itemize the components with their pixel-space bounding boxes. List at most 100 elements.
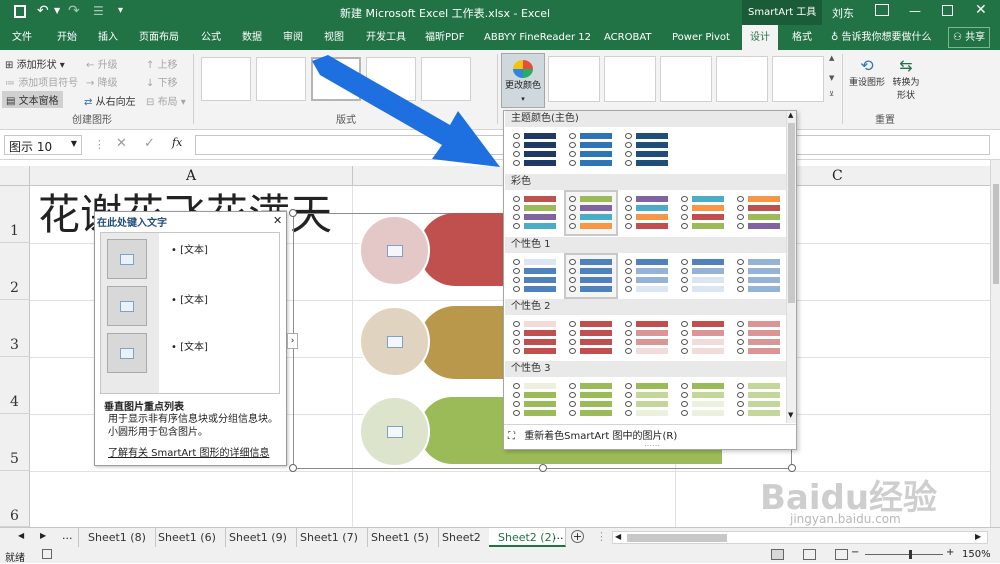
tell-me-search[interactable]: ♁ 告诉我你想要做什么 — [831, 25, 932, 50]
gallery-more-icon[interactable]: ⊻ — [829, 90, 834, 98]
color-swatch-colorful-2[interactable] — [564, 190, 618, 236]
picture-thumb-2[interactable] — [107, 286, 147, 326]
move-down-button[interactable]: ↓ 下移 — [146, 74, 178, 89]
zoom-slider-thumb[interactable] — [909, 550, 912, 559]
color-swatch-colorful-4[interactable] — [678, 192, 728, 234]
style-option-3[interactable] — [660, 56, 712, 102]
scroll-thumb[interactable] — [788, 123, 795, 303]
style-option-1[interactable] — [548, 56, 600, 102]
color-swatch-colorful-1[interactable] — [510, 192, 560, 234]
zoom-level[interactable]: 150% — [962, 549, 991, 560]
sheet-tab[interactable]: Sheet2 — [433, 528, 491, 547]
tab-split-grip-icon[interactable]: ⋮ — [596, 530, 607, 543]
add-bullet-button[interactable]: ≔ 添加项目符号 — [5, 74, 78, 89]
row-header-1[interactable]: 1 — [0, 186, 30, 243]
new-sheet-icon[interactable]: + — [571, 530, 584, 543]
text-item-2[interactable]: • [文本] — [171, 291, 208, 306]
row-header-5[interactable]: 5 — [0, 414, 30, 471]
tab-developer[interactable]: 开发工具 — [366, 25, 406, 50]
palette-scrollbar[interactable]: ▲ ▼ — [786, 111, 796, 423]
smartart-handle[interactable] — [289, 209, 297, 217]
reset-graphic-button[interactable]: ⟲ 重设图形 — [847, 56, 887, 88]
macro-record-icon[interactable] — [42, 549, 52, 559]
smartart-picture-circle-3[interactable] — [359, 396, 430, 467]
color-swatch-colorful-3[interactable] — [622, 192, 672, 234]
picture-placeholder-icon[interactable] — [387, 245, 403, 257]
picture-thumb-1[interactable] — [107, 239, 147, 279]
gallery-scroll-up-icon[interactable]: ▲ — [829, 54, 834, 62]
scroll-up-icon[interactable]: ▲ — [788, 111, 793, 119]
color-swatch-accent2-4[interactable] — [678, 317, 728, 359]
layout-button[interactable]: ⊟ 布局 ▾ — [146, 93, 186, 108]
row-header-4[interactable]: 4 — [0, 357, 30, 414]
maximize-icon[interactable] — [942, 5, 953, 16]
tab-insert[interactable]: 插入 — [98, 25, 118, 50]
smartart-handle[interactable] — [539, 464, 547, 472]
tab-power-pivot[interactable]: Power Pivot — [672, 25, 730, 50]
more-sheets-icon[interactable]: ... — [553, 529, 564, 542]
tab-acrobat[interactable]: ACROBAT — [604, 25, 652, 50]
select-all-corner[interactable] — [0, 166, 30, 186]
style-option-4[interactable] — [716, 56, 768, 102]
tab-home[interactable]: 开始 — [57, 25, 77, 50]
color-swatch-accent2-2[interactable] — [566, 317, 616, 359]
tab-abbyy[interactable]: ABBYY FineReader 12 — [484, 25, 591, 50]
layout-option-1[interactable] — [201, 57, 251, 101]
name-box[interactable]: 图示 10 ▼ — [4, 135, 82, 155]
demote-button[interactable]: → 降级 — [86, 74, 118, 89]
cancel-icon[interactable]: ✕ — [116, 136, 127, 151]
picture-placeholder-icon[interactable] — [387, 336, 403, 348]
color-swatch-accent2-3[interactable] — [622, 317, 672, 359]
color-swatch-accent1-1[interactable] — [510, 255, 560, 297]
column-header-a[interactable]: A — [186, 168, 196, 184]
user-name[interactable]: 刘东 — [832, 5, 854, 21]
row-header-3[interactable]: 3 — [0, 300, 30, 357]
color-swatch-accent3-1[interactable] — [510, 379, 560, 421]
horizontal-scrollbar[interactable]: ◀ ▶ — [612, 531, 988, 544]
text-item-3[interactable]: • [文本] — [171, 338, 208, 353]
scroll-thumb[interactable] — [627, 534, 727, 542]
color-swatch-primary-3[interactable] — [622, 129, 672, 171]
text-item-1[interactable]: • [文本] — [171, 241, 208, 256]
zoom-in-icon[interactable]: + — [946, 547, 954, 558]
close-icon[interactable]: ✕ — [975, 2, 987, 18]
redo-icon[interactable]: ↷ — [68, 3, 80, 19]
next-sheet-icon[interactable]: ▶ — [40, 531, 46, 540]
scroll-down-icon[interactable]: ▼ — [788, 411, 793, 419]
normal-view-icon[interactable] — [771, 549, 784, 560]
smartart-picture-circle-1[interactable] — [359, 215, 430, 286]
tab-format[interactable]: 格式 — [792, 25, 812, 50]
undo-icon[interactable]: ↶ — [37, 3, 49, 19]
color-swatch-primary-1[interactable] — [510, 129, 560, 171]
color-swatch-accent3-3[interactable] — [622, 379, 672, 421]
right-to-left-button[interactable]: ⇄ 从右向左 — [84, 93, 136, 108]
tab-formulas[interactable]: 公式 — [201, 25, 221, 50]
tab-data[interactable]: 数据 — [242, 25, 262, 50]
tab-design[interactable]: 设计 — [742, 25, 778, 50]
ribbon-display-icon[interactable] — [875, 4, 889, 16]
enter-icon[interactable]: ✓ — [144, 136, 155, 151]
smartart-bar-2[interactable] — [419, 306, 509, 379]
column-header-c[interactable]: C — [832, 168, 843, 184]
color-swatch-accent1-3[interactable] — [622, 255, 672, 297]
sheet-tab[interactable]: Sheet1 (7) — [291, 528, 368, 547]
customize-qat-icon[interactable]: ▾ — [118, 5, 123, 16]
color-swatch-accent3-4[interactable] — [678, 379, 728, 421]
smartart-picture-circle-2[interactable] — [359, 306, 430, 377]
text-pane-button[interactable]: ▤ 文本窗格 — [2, 91, 63, 108]
gallery-scroll-down-icon[interactable]: ▼ — [829, 74, 834, 82]
row-header-6[interactable]: 6 — [0, 471, 30, 527]
color-swatch-colorful-5[interactable] — [734, 192, 784, 234]
tab-page-layout[interactable]: 页面布局 — [139, 25, 179, 50]
color-swatch-accent1-5[interactable] — [734, 255, 784, 297]
tab-view[interactable]: 视图 — [324, 25, 344, 50]
save-icon[interactable] — [14, 5, 26, 18]
scroll-right-icon[interactable]: ▶ — [975, 532, 981, 541]
color-swatch-primary-2[interactable] — [566, 129, 616, 171]
color-swatch-accent3-2[interactable] — [566, 379, 616, 421]
smartart-bar-1[interactable] — [419, 213, 509, 286]
promote-button[interactable]: ← 升级 — [86, 56, 118, 71]
page-layout-view-icon[interactable] — [803, 549, 816, 560]
color-swatch-accent3-5[interactable] — [734, 379, 784, 421]
sheet-tab[interactable]: Sheet1 (9) — [220, 528, 297, 547]
